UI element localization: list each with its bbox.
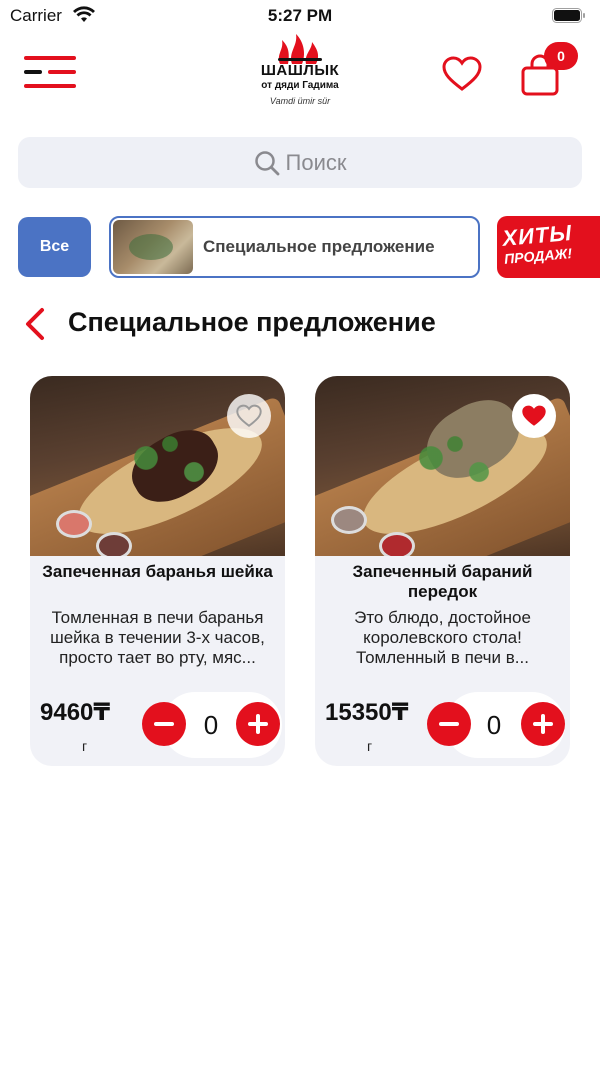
category-bestsellers[interactable]: ХИТЫ ПРОДАЖ! <box>497 216 600 278</box>
decrease-quantity-button[interactable] <box>142 702 186 746</box>
logo-title: ШАШЛЫК <box>260 62 340 79</box>
back-chevron-icon[interactable] <box>20 306 50 342</box>
product-price: 9460₸ <box>40 699 111 726</box>
quantity-stepper: 0 <box>142 692 282 758</box>
logo-script: Vamdi ümir sür <box>269 96 331 106</box>
product-description: Томленная в печи баранья шейка в течении… <box>50 608 265 667</box>
battery-icon <box>552 8 585 23</box>
search-icon <box>254 150 279 175</box>
product-name: Запеченная баранья шейка <box>42 562 273 581</box>
clock: 5:27 PM <box>267 6 333 25</box>
quantity-stepper: 0 <box>427 692 565 758</box>
category-special-thumbnail <box>113 220 193 274</box>
status-bar: Carrier 5:27 PM <box>0 0 600 32</box>
app-header: ШАШЛЫК от дяди Гадима Vamdi ümir sür 0 <box>0 30 600 120</box>
product-unit: г <box>367 738 373 754</box>
menu-icon[interactable] <box>22 52 78 92</box>
category-all-button[interactable]: Все <box>18 217 91 277</box>
heart-filled-icon <box>522 405 546 426</box>
increase-quantity-button[interactable] <box>521 702 565 746</box>
category-special-offer[interactable]: Специальное предложение <box>109 216 480 278</box>
section-title: Специальное предложение <box>68 307 436 337</box>
decrease-quantity-button[interactable] <box>427 702 471 746</box>
quantity-value: 0 <box>203 710 219 740</box>
brand-logo: ШАШЛЫК от дяди Гадима Vamdi ümir sür <box>252 32 348 116</box>
search-input[interactable]: Поиск <box>18 137 582 188</box>
logo-subtitle: от дяди Гадима <box>261 80 339 91</box>
category-special-label: Специальное предложение <box>203 237 435 256</box>
product-price: 15350₸ <box>325 699 409 726</box>
product-unit: г <box>82 738 88 754</box>
product-card[interactable]: Запеченный бараний передок Это блюдо, до… <box>315 376 570 766</box>
heart-outline-icon <box>236 404 262 427</box>
product-favorite-button[interactable] <box>512 394 556 438</box>
cart-count-badge: 0 <box>544 42 578 70</box>
product-card[interactable]: Запеченная баранья шейка Томленная в печ… <box>30 376 285 766</box>
bestsellers-logo: ХИТЫ ПРОДАЖ! <box>501 220 595 267</box>
flame-icon <box>278 34 322 64</box>
search-placeholder: Поиск <box>285 149 347 175</box>
increase-quantity-button[interactable] <box>236 702 280 746</box>
product-description: Это блюдо, достойное королевского стола!… <box>354 608 531 667</box>
product-name: Запеченный бараний передок <box>352 562 533 601</box>
product-favorite-button[interactable] <box>227 394 271 438</box>
favorites-heart-icon[interactable] <box>442 56 482 92</box>
quantity-value: 0 <box>486 710 502 740</box>
